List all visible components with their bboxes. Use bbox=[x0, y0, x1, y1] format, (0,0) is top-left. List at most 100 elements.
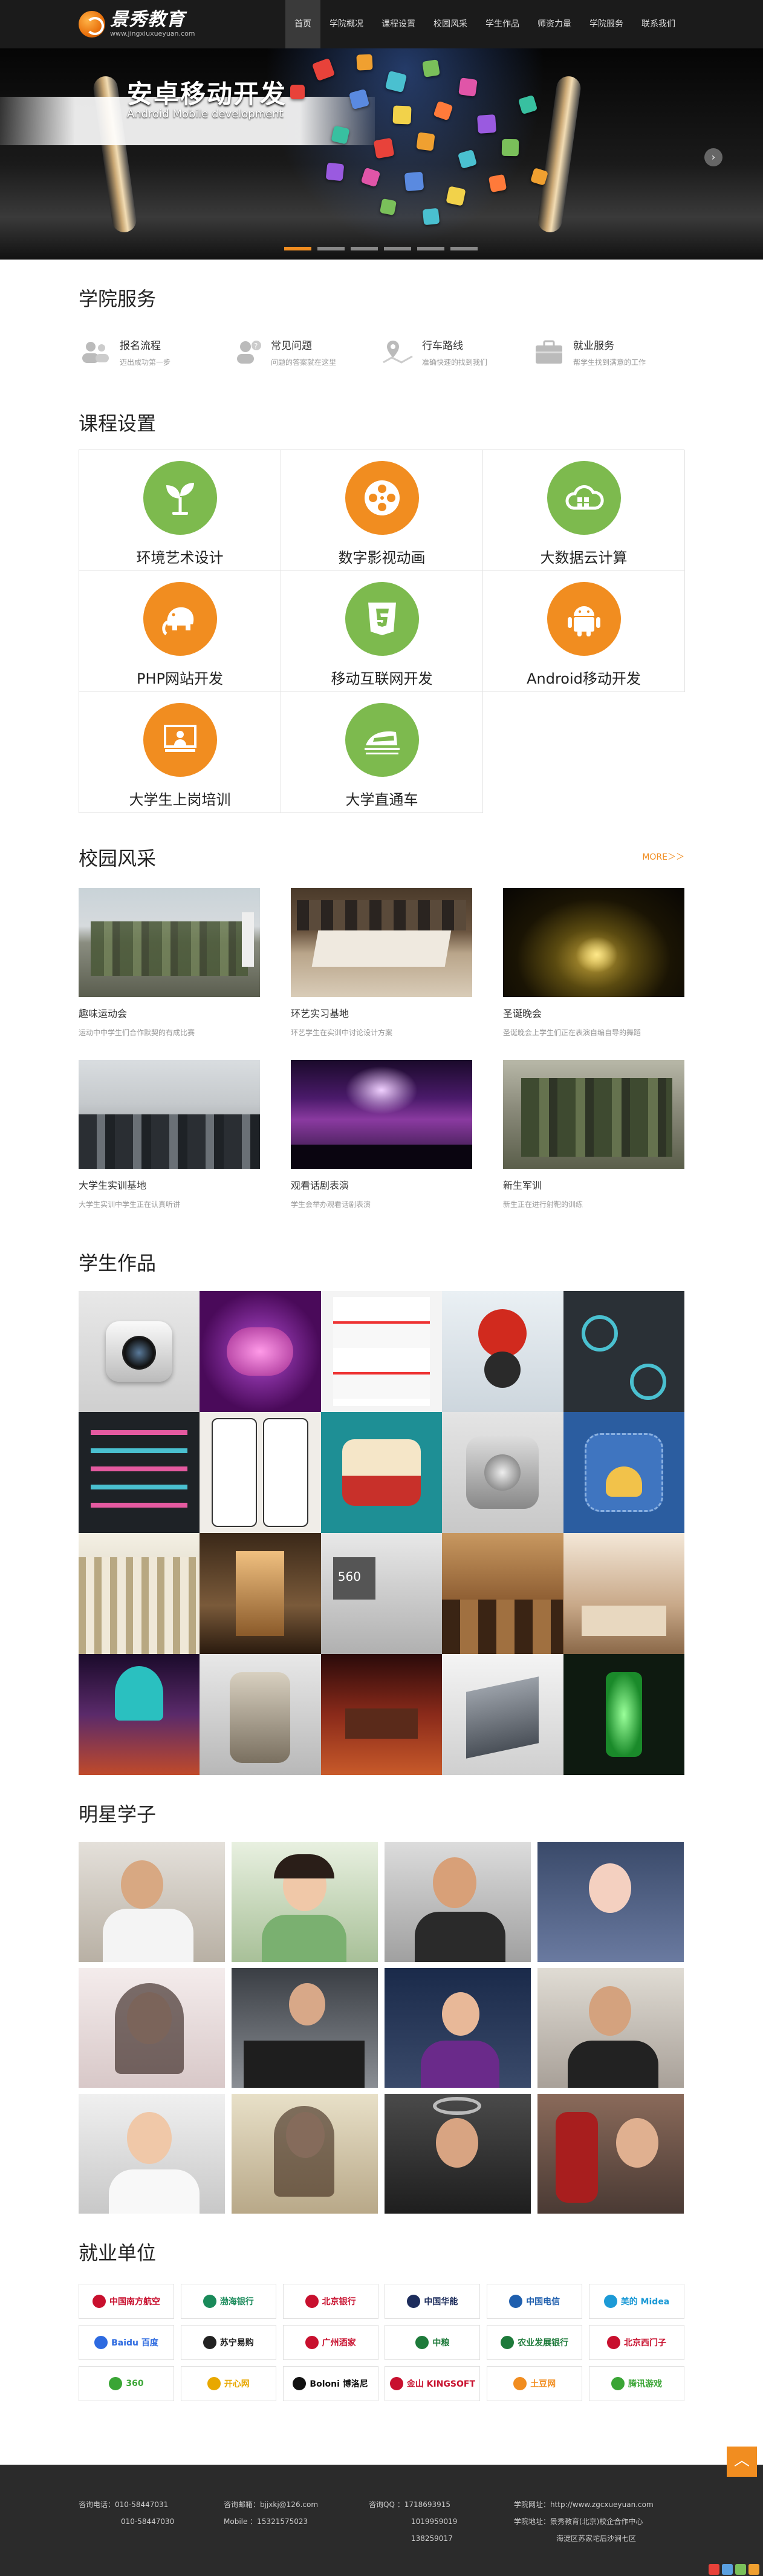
employer-logo[interactable]: Baidu 百度 bbox=[79, 2325, 174, 2360]
logo-text: 景秀教育 bbox=[110, 9, 185, 30]
service-route[interactable]: 行车路线 准确快速的找到我们 bbox=[381, 337, 532, 367]
employer-logo[interactable]: 360 bbox=[79, 2366, 174, 2401]
employer-logo[interactable]: 农业发展银行 bbox=[487, 2325, 583, 2360]
logo[interactable]: 景秀教育 www.jingxiuxueyuan.com bbox=[79, 6, 195, 42]
service-enroll[interactable]: 报名流程 迈出成功第一步 bbox=[79, 337, 230, 367]
course-big-data[interactable]: 大数据云计算 bbox=[483, 450, 685, 571]
app-cube-icon bbox=[422, 208, 440, 226]
service-desc: 迈出成功第一步 bbox=[120, 358, 171, 367]
work-thumb-library[interactable] bbox=[79, 1533, 200, 1654]
employer-logo[interactable]: 中国南方航空 bbox=[79, 2284, 174, 2319]
service-career[interactable]: 就业服务 帮学生找到满意的工作 bbox=[532, 337, 683, 367]
banner-dot[interactable] bbox=[384, 247, 411, 250]
work-thumb-bus-icon[interactable] bbox=[320, 1412, 443, 1533]
work-thumb-robot-model[interactable] bbox=[200, 1654, 321, 1775]
ime-toolbar[interactable] bbox=[709, 2564, 759, 2575]
campus-card[interactable]: 大学生实训基地 大学生实训中学生正在认真听讲 bbox=[79, 1060, 260, 1221]
campus-card[interactable]: 观看话剧表演 学生会举办观看话剧表演 bbox=[291, 1060, 472, 1221]
banner-dot[interactable] bbox=[417, 247, 444, 250]
employer-logo[interactable]: 渤海银行 bbox=[180, 2284, 276, 2319]
student-photo[interactable] bbox=[79, 2094, 225, 2214]
student-photo[interactable] bbox=[537, 2094, 684, 2214]
work-thumb-bird-character[interactable] bbox=[442, 1291, 563, 1412]
campus-card[interactable]: 圣诞晚会 圣诞晚会上学生们正在表演自编自导的舞蹈 bbox=[503, 888, 684, 1049]
course-job-training[interactable]: 大学生上岗培训 bbox=[79, 692, 281, 813]
employer-name: 中国电信 bbox=[526, 2297, 560, 2307]
employer-logo[interactable]: 开心网 bbox=[180, 2366, 276, 2401]
employer-logo[interactable]: Boloni 博洛尼 bbox=[282, 2366, 378, 2401]
work-thumb-lobby[interactable] bbox=[200, 1533, 321, 1654]
student-photo[interactable] bbox=[537, 1968, 684, 2088]
menu-item-home[interactable]: 首页 bbox=[285, 0, 320, 48]
campus-name: 圣诞晚会 bbox=[503, 1008, 542, 1019]
banner-dot[interactable] bbox=[317, 247, 345, 250]
menu-item-works[interactable]: 学生作品 bbox=[476, 0, 528, 48]
stars-gallery bbox=[79, 1842, 684, 2214]
work-thumb-fantasy-town[interactable] bbox=[79, 1654, 200, 1775]
employer-logo[interactable]: 北京西门子 bbox=[588, 2325, 684, 2360]
course-environment-art[interactable]: 环境艺术设计 bbox=[79, 450, 281, 571]
employer-logo[interactable]: 中国华能 bbox=[385, 2284, 481, 2319]
work-thumb-restaurant[interactable] bbox=[442, 1533, 563, 1654]
banner-dot[interactable] bbox=[284, 247, 311, 250]
course-mobile-internet[interactable]: 移动互联网开发 bbox=[281, 571, 483, 692]
banner-dot[interactable] bbox=[450, 247, 478, 250]
campus-card[interactable]: 环艺实习基地 环艺学生在实训中讨论设计方案 bbox=[291, 888, 472, 1049]
work-thumb-purple-ui[interactable] bbox=[200, 1291, 321, 1412]
campus-card[interactable]: 趣味运动会 运动中中学生们合作默契的有成比赛 bbox=[79, 888, 260, 1049]
employer-logo[interactable]: 腾讯游戏 bbox=[588, 2366, 684, 2401]
course-android[interactable]: Android移动开发 bbox=[483, 571, 685, 692]
student-photo[interactable] bbox=[385, 1842, 531, 1962]
employer-logo[interactable]: 美的 Midea bbox=[588, 2284, 684, 2319]
student-photo[interactable] bbox=[385, 1968, 531, 2088]
campus-card[interactable]: 新生军训 新生正在进行射靶的训练 bbox=[503, 1060, 684, 1221]
banner-pagination bbox=[284, 247, 478, 250]
employer-logo[interactable]: 中国电信 bbox=[487, 2284, 583, 2319]
stars-section: 明星学子 bbox=[79, 1799, 684, 2214]
student-photo[interactable] bbox=[232, 2094, 378, 2214]
campus-photo-military bbox=[503, 1060, 684, 1169]
work-thumb-pocket-icon[interactable] bbox=[563, 1412, 684, 1533]
banner-next-arrow-icon[interactable]: › bbox=[704, 148, 722, 166]
menu-item-services[interactable]: 学院服务 bbox=[580, 0, 632, 48]
menu-item-contact[interactable]: 联系我们 bbox=[632, 0, 684, 48]
employer-logo[interactable]: 金山 KINGSOFT bbox=[385, 2366, 481, 2401]
employer-logo[interactable]: 苏宁易购 bbox=[180, 2325, 276, 2360]
work-thumb-green-tube[interactable] bbox=[563, 1654, 684, 1775]
employer-logo[interactable]: 土豆网 bbox=[487, 2366, 583, 2401]
student-photo[interactable] bbox=[79, 1842, 225, 1962]
app-cube-icon bbox=[392, 105, 412, 125]
work-thumb-sliders-ui[interactable] bbox=[79, 1412, 200, 1533]
work-thumb-safe-icon[interactable] bbox=[442, 1412, 563, 1533]
course-college-express[interactable]: 大学直通车 bbox=[281, 692, 483, 813]
employer-logo[interactable]: 中粮 bbox=[385, 2325, 481, 2360]
student-photo[interactable] bbox=[232, 1968, 378, 2088]
menu-item-faculty[interactable]: 师资力量 bbox=[528, 0, 580, 48]
menu-item-courses[interactable]: 课程设置 bbox=[372, 0, 424, 48]
menu-item-about[interactable]: 学院概况 bbox=[320, 0, 372, 48]
menu-item-campus[interactable]: 校园风采 bbox=[424, 0, 476, 48]
course-php[interactable]: PHP网站开发 bbox=[79, 571, 281, 692]
course-digital-animation[interactable]: 数字影视动画 bbox=[281, 450, 483, 571]
back-to-top-button[interactable]: ︿ bbox=[727, 2447, 757, 2477]
employer-logo[interactable]: 北京银行 bbox=[282, 2284, 378, 2319]
employer-logo[interactable]: 广州酒家 bbox=[282, 2325, 378, 2360]
work-thumb-camera-icon[interactable] bbox=[79, 1291, 200, 1412]
service-faq[interactable]: ? 常见问题 问题的答案就在这里 bbox=[230, 337, 381, 367]
work-thumb-office-560[interactable]: 560 bbox=[320, 1533, 443, 1654]
student-photo[interactable] bbox=[537, 1842, 684, 1962]
work-thumb-living-room[interactable] bbox=[563, 1533, 684, 1654]
student-photo[interactable] bbox=[385, 2094, 531, 2214]
work-thumb-mech-model[interactable] bbox=[442, 1654, 563, 1775]
works-section: 学生作品 560 bbox=[79, 1248, 684, 1775]
work-thumb-food-app[interactable] bbox=[200, 1412, 321, 1533]
hero-banner[interactable]: 安卓移动开发 Android Mobile development › bbox=[0, 48, 763, 260]
banner-dot[interactable] bbox=[351, 247, 378, 250]
work-thumb-mars-scene[interactable] bbox=[320, 1654, 443, 1775]
employer-name: 开心网 bbox=[224, 2379, 250, 2389]
student-photo[interactable] bbox=[232, 1842, 378, 1962]
work-thumb-shop-app[interactable] bbox=[320, 1291, 443, 1412]
campus-more-link[interactable]: MORE＞＞ bbox=[642, 851, 684, 863]
student-photo[interactable] bbox=[79, 1968, 225, 2088]
work-thumb-dark-ui-kit[interactable] bbox=[563, 1291, 684, 1412]
